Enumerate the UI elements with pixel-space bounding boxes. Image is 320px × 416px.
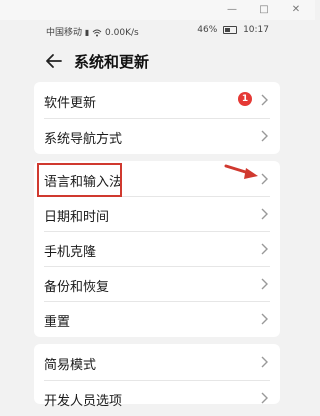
settings-card-3: 简易模式 开发人员选项: [34, 344, 280, 409]
settings-item-backup-restore[interactable]: 备份和恢复: [34, 266, 280, 302]
chevron-right-icon: [261, 130, 268, 142]
settings-item-label: 开发人员选项: [44, 394, 123, 409]
back-arrow-icon[interactable]: [44, 50, 64, 72]
settings-item-reset[interactable]: 重置: [34, 301, 280, 337]
battery-icon: [223, 25, 238, 34]
window-controls: — □ ✕: [0, 0, 315, 20]
settings-item-label: 软件更新: [44, 96, 97, 111]
network-speed: 0.00K/s: [105, 28, 139, 38]
settings-item-software-update[interactable]: 软件更新 1: [34, 82, 280, 118]
signal-icon: ▮: [84, 28, 90, 37]
highlight-box: [37, 163, 122, 197]
settings-item-label: 手机克隆: [44, 245, 97, 260]
chevron-right-icon: [261, 243, 268, 255]
settings-item-label: 系统导航方式: [44, 132, 123, 147]
chevron-right-icon: [261, 356, 268, 368]
settings-item-navigation[interactable]: 系统导航方式: [34, 118, 280, 154]
close-icon[interactable]: ✕: [282, 0, 310, 20]
page-title: 系统和更新: [74, 53, 150, 71]
settings-item-label: 重置: [44, 315, 71, 330]
settings-item-phone-clone[interactable]: 手机克隆: [34, 231, 280, 267]
settings-item-label: 备份和恢复: [44, 280, 110, 295]
update-badge: 1: [238, 92, 252, 106]
page-header: 系统和更新: [0, 48, 315, 76]
chevron-right-icon: [261, 392, 268, 404]
minimize-icon[interactable]: —: [218, 0, 246, 20]
wifi-icon: [92, 29, 102, 36]
settings-item-label: 简易模式: [44, 358, 97, 373]
battery-percent: 46%: [197, 25, 218, 35]
carrier-label: 中国移动: [46, 28, 83, 38]
chevron-right-icon: [261, 94, 268, 106]
settings-item-developer-options[interactable]: 开发人员选项: [34, 380, 280, 416]
maximize-icon[interactable]: □: [250, 0, 278, 20]
settings-item-date-time[interactable]: 日期和时间: [34, 196, 280, 232]
settings-item-simple-mode[interactable]: 简易模式: [34, 344, 280, 380]
chevron-right-icon: [261, 278, 268, 290]
settings-card-1: 软件更新 1 系统导航方式: [34, 82, 280, 154]
chevron-right-icon: [261, 208, 268, 220]
settings-item-label: 日期和时间: [44, 210, 110, 225]
pointer-arrow-icon: [224, 164, 258, 179]
clock: 10:17: [243, 25, 269, 35]
chevron-right-icon: [261, 313, 268, 325]
status-bar: 中国移动 ▮ 0.00K/s 46% 10:17: [0, 22, 315, 40]
